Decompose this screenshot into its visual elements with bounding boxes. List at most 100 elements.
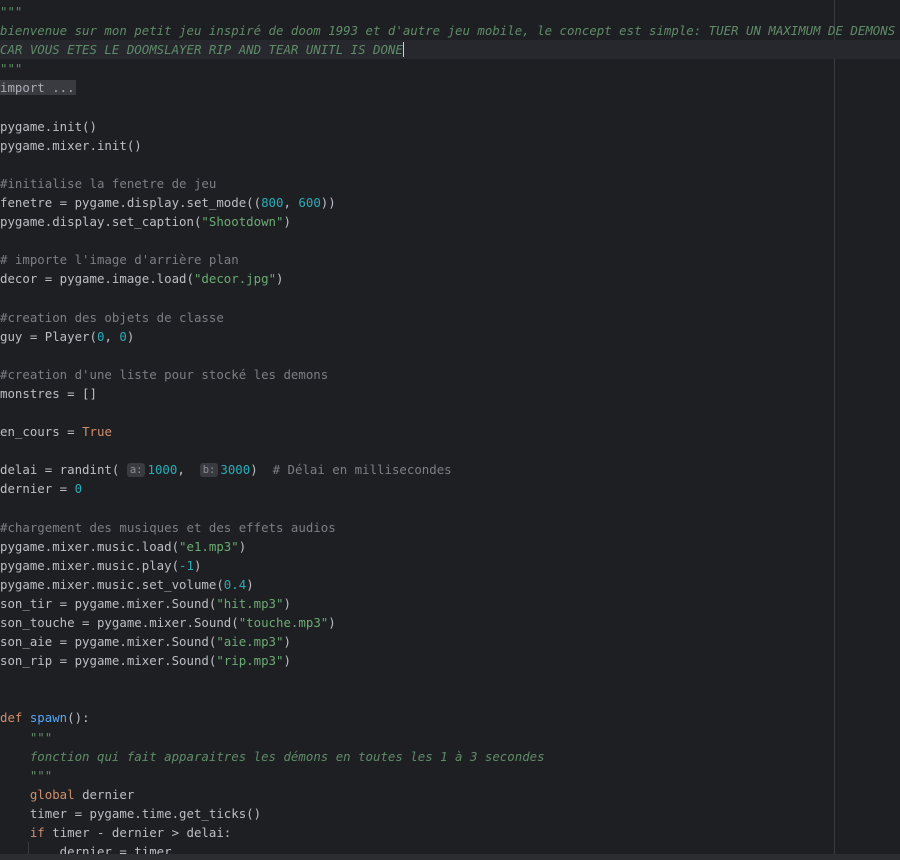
code-line[interactable]: decor = pygame.image.load("decor.jpg")	[0, 269, 900, 288]
code-line[interactable]	[0, 689, 900, 708]
code-line[interactable]	[0, 441, 900, 460]
code-token: delai = randint(	[0, 462, 127, 478]
code-token: 0	[74, 481, 83, 497]
code-token: 0	[119, 328, 127, 344]
code-line[interactable]: pygame.init()	[0, 117, 900, 136]
code-line[interactable]	[0, 97, 900, 116]
code-token: )	[283, 634, 291, 650]
code-comment: #creation des objets de classe	[0, 309, 224, 325]
code-line[interactable]	[0, 231, 900, 250]
code-token: pygame.init()	[0, 118, 97, 134]
code-token: )	[283, 653, 291, 669]
code-comment: #initialise la fenetre de jeu	[0, 175, 217, 191]
code-token: )	[238, 538, 247, 554]
code-token: "decor.jpg"	[193, 271, 277, 287]
code-token: pygame.mixer.music.load(	[0, 538, 180, 554]
code-comment: # importe l'image d'arrière plan	[0, 252, 239, 268]
code-line[interactable]: pygame.mixer.music.play(-1)	[0, 556, 900, 575]
code-line[interactable]: timer = pygame.time.get_ticks()	[0, 804, 900, 823]
code-token: pygame.display.set_caption(	[0, 214, 202, 230]
code-token: ():	[67, 710, 90, 726]
code-token: -1	[179, 557, 194, 573]
code-token: )	[126, 328, 135, 344]
text-caret	[402, 42, 404, 58]
code-token: 600	[298, 194, 321, 210]
code-token: global	[29, 786, 83, 802]
code-token: pygame.mixer.init()	[0, 137, 142, 153]
code-token: 3000	[220, 462, 251, 478]
code-line[interactable]: """	[0, 2, 900, 21]
code-line[interactable]: monstres = []	[0, 384, 900, 403]
code-token: "hit.mp3"	[216, 595, 284, 611]
code-line[interactable]: son_aie = pygame.mixer.Sound("aie.mp3")	[0, 632, 900, 651]
code-token: pygame.mixer.music.set_volume(	[0, 576, 224, 592]
code-token: True	[82, 424, 112, 440]
parameter-hint: b:	[199, 463, 219, 478]
horizontal-scrollbar[interactable]	[0, 854, 900, 860]
code-line[interactable]: global dernier	[0, 785, 900, 804]
code-line[interactable]: #initialise la fenetre de jeu	[0, 174, 900, 193]
code-token: 0.4	[223, 576, 247, 592]
code-token: ))	[320, 194, 336, 210]
code-token: "aie.mp3"	[216, 634, 284, 650]
code-line[interactable]: fenetre = pygame.display.set_mode((800, …	[0, 193, 900, 212]
code-line[interactable]	[0, 346, 900, 365]
code-line[interactable]: #chargement des musiques et des effets a…	[0, 518, 900, 537]
code-line[interactable]: #creation d'une liste pour stocké les de…	[0, 365, 900, 384]
code-line[interactable]: son_rip = pygame.mixer.Sound("rip.mp3")	[0, 651, 900, 670]
code-token: monstres = []	[0, 385, 97, 401]
code-line[interactable]	[0, 498, 900, 517]
code-line[interactable]: pygame.mixer.music.load("e1.mp3")	[0, 537, 900, 556]
docstring-text: """	[29, 767, 53, 783]
code-token: ,	[283, 194, 299, 210]
code-token: )	[276, 271, 284, 287]
code-token: 800	[261, 194, 284, 210]
code-token: son_tir = pygame.mixer.Sound(	[0, 595, 217, 611]
code-line[interactable]: pygame.mixer.init()	[0, 136, 900, 155]
code-line[interactable]: if timer - dernier > delai:	[0, 823, 900, 842]
code-line[interactable]: # importe l'image d'arrière plan	[0, 250, 900, 269]
code-line[interactable]: son_touche = pygame.mixer.Sound("touche.…	[0, 613, 900, 632]
code-line[interactable]	[0, 155, 900, 174]
code-line[interactable]: """	[0, 59, 900, 78]
code-line[interactable]: """	[0, 766, 900, 785]
code-comment: #creation d'une liste pour stocké les de…	[0, 366, 329, 382]
code-line[interactable]: """	[0, 728, 900, 747]
code-line[interactable]	[0, 670, 900, 689]
code-token: "e1.mp3"	[179, 538, 239, 554]
code-line[interactable]: dernier = 0	[0, 479, 900, 498]
code-token: ,	[177, 462, 200, 478]
code-line[interactable]: import ...	[0, 78, 900, 97]
code-line[interactable]: son_tir = pygame.mixer.Sound("hit.mp3")	[0, 594, 900, 613]
code-token: )	[193, 557, 202, 573]
code-token: dernier	[82, 786, 135, 802]
code-token: )	[246, 576, 254, 592]
code-line[interactable]: bienvenue sur mon petit jeu inspiré de d…	[0, 21, 900, 40]
code-line[interactable]	[0, 288, 900, 307]
code-token: fenetre = pygame.display.set_mode((	[0, 194, 262, 210]
code-token: son_rip = pygame.mixer.Sound(	[0, 653, 217, 669]
code-comment: # Délai en millisecondes	[272, 462, 452, 478]
code-token: "Shootdown"	[201, 214, 284, 230]
code-line[interactable]: guy = Player(0, 0)	[0, 327, 900, 346]
code-token: timer - dernier > delai:	[52, 825, 232, 841]
code-token: if	[29, 825, 53, 841]
code-line[interactable]: #creation des objets de classe	[0, 308, 900, 327]
folded-imports[interactable]: import ...	[0, 80, 76, 96]
code-token: en_cours =	[0, 424, 83, 440]
code-editor[interactable]: """ bienvenue sur mon petit jeu inspiré d…	[0, 0, 900, 860]
code-line[interactable]: delai = randint( a: 1000, b: 3000) # Délai…	[0, 460, 900, 479]
code-token: timer = pygame.time.get_ticks()	[0, 805, 262, 821]
code-line[interactable]	[0, 403, 900, 422]
code-line[interactable]: pygame.display.set_caption("Shootdown")	[0, 212, 900, 231]
code-line[interactable]: fonction qui fait apparaitres les démons…	[0, 747, 900, 766]
code-token: son_touche = pygame.mixer.Sound(	[0, 615, 239, 630]
code-line[interactable]: def spawn():	[0, 708, 900, 727]
code-line[interactable]: pygame.mixer.music.set_volume(0.4)	[0, 575, 900, 594]
code-line[interactable]: en_cours = True	[0, 422, 900, 441]
code-lines[interactable]: """ bienvenue sur mon petit jeu inspiré d…	[0, 2, 900, 860]
code-line[interactable]: CAR VOUS ETES LE DOOMSLAYER RIP AND TEAR…	[0, 40, 900, 60]
